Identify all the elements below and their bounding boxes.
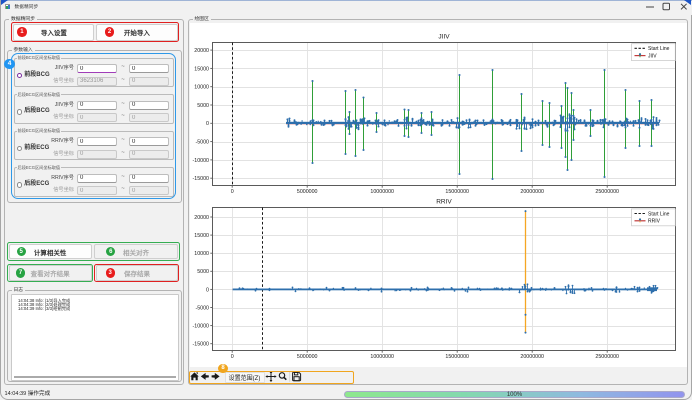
- svg-text:5000: 5000: [197, 269, 209, 275]
- svg-text:10000: 10000: [194, 85, 209, 91]
- svg-text:15000: 15000: [194, 66, 209, 72]
- svg-text:20000: 20000: [194, 215, 209, 221]
- svg-text:-15000: -15000: [193, 342, 210, 348]
- svg-text:-5000: -5000: [195, 305, 209, 311]
- svg-text:-15000: -15000: [193, 176, 210, 182]
- svg-text:0: 0: [206, 121, 209, 127]
- svg-text:RRIV: RRIV: [436, 198, 452, 205]
- svg-text:Start Line: Start Line: [648, 46, 670, 52]
- svg-text:20000000: 20000000: [520, 189, 544, 195]
- svg-text:0: 0: [231, 189, 234, 195]
- svg-text:15000000: 15000000: [445, 354, 469, 360]
- svg-text:25000000: 25000000: [595, 189, 619, 195]
- svg-text:-10000: -10000: [193, 324, 210, 330]
- svg-text:-5000: -5000: [195, 140, 209, 146]
- svg-text:5000000: 5000000: [297, 354, 318, 360]
- svg-text:20000: 20000: [194, 48, 209, 54]
- svg-text:10000000: 10000000: [370, 189, 394, 195]
- svg-text:10000: 10000: [194, 251, 209, 257]
- svg-text:JIIV: JIIV: [438, 33, 450, 40]
- svg-text:25000000: 25000000: [595, 354, 619, 360]
- svg-text:15000: 15000: [194, 233, 209, 239]
- svg-text:RRIV: RRIV: [648, 219, 661, 225]
- svg-text:JIIV: JIIV: [648, 53, 657, 59]
- svg-text:Start Line: Start Line: [648, 211, 670, 217]
- svg-text:10000000: 10000000: [370, 354, 394, 360]
- svg-text:-10000: -10000: [193, 158, 210, 164]
- svg-text:15000000: 15000000: [445, 189, 469, 195]
- svg-text:5000: 5000: [197, 103, 209, 109]
- svg-text:0: 0: [231, 354, 234, 360]
- svg-text:0: 0: [206, 287, 209, 293]
- svg-text:5000000: 5000000: [297, 189, 318, 195]
- svg-text:20000000: 20000000: [520, 354, 544, 360]
